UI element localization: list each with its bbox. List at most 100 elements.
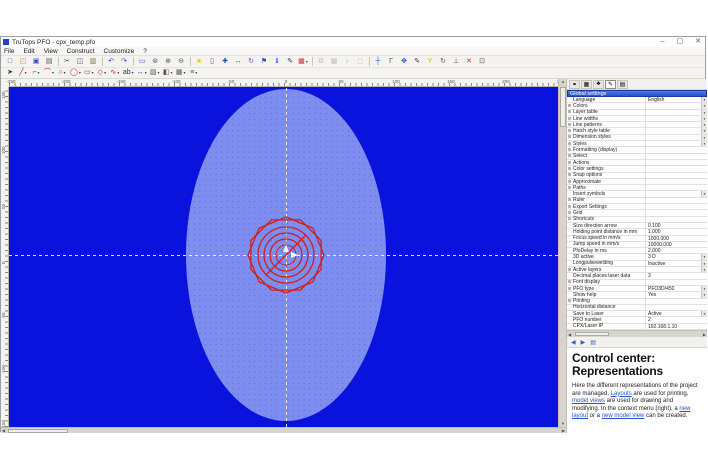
scroll-right-icon[interactable]: ▶ bbox=[562, 428, 565, 434]
grid-icon[interactable]: ▦ bbox=[328, 56, 340, 68]
dropdown-arrow-icon[interactable]: ▾ bbox=[701, 261, 707, 266]
normal-icon[interactable]: ⊥ bbox=[450, 56, 462, 68]
setting-value[interactable] bbox=[645, 147, 707, 152]
settings-tab[interactable]: ✎ bbox=[605, 80, 616, 89]
canvas-horizontal-scrollbar[interactable]: ◀ ▶ bbox=[1, 427, 566, 433]
text-tool-icon[interactable]: ab▾ bbox=[122, 67, 135, 79]
setting-value[interactable]: 1.000 bbox=[645, 229, 707, 234]
dropdown-arrow-icon[interactable]: ▾ bbox=[701, 191, 707, 196]
polygon-tool-icon[interactable]: ◇▾ bbox=[96, 67, 108, 79]
panel-horizontal-scrollbar[interactable]: ◀ ▶ bbox=[567, 330, 707, 337]
dimension-tool-icon[interactable]: ↔▾ bbox=[136, 67, 148, 79]
dropdown-arrow-icon[interactable]: ▾ bbox=[701, 116, 707, 121]
info-icon[interactable]: ℹ bbox=[271, 56, 283, 68]
dropdown-arrow-icon[interactable]: ▾ bbox=[701, 286, 707, 291]
minimize-button[interactable]: – bbox=[661, 37, 665, 47]
menu-view[interactable]: View bbox=[44, 48, 58, 55]
help-back-button[interactable]: ◀ bbox=[571, 339, 576, 346]
dropdown-arrow-icon[interactable]: ▾ bbox=[184, 68, 186, 78]
print-icon[interactable]: ▤ bbox=[43, 56, 55, 68]
cut-icon[interactable]: ✂ bbox=[61, 56, 73, 68]
pin-icon[interactable]: ⚑ bbox=[258, 56, 270, 68]
menu-edit[interactable]: Edit bbox=[23, 48, 34, 55]
setting-value[interactable] bbox=[645, 280, 707, 285]
properties-tool-icon[interactable]: ≡▾ bbox=[188, 67, 200, 79]
scroll-up-icon[interactable]: ▲ bbox=[561, 79, 565, 85]
zoom-icon[interactable]: ⊚ bbox=[149, 56, 161, 68]
snap-grid-icon[interactable]: ┼ bbox=[372, 56, 384, 68]
open-file-icon[interactable]: ◰ bbox=[17, 56, 29, 68]
setting-value[interactable] bbox=[645, 128, 707, 133]
dropdown-arrow-icon[interactable]: ▾ bbox=[701, 128, 707, 133]
setting-value[interactable] bbox=[645, 185, 707, 190]
setting-value[interactable] bbox=[645, 210, 707, 215]
setting-value[interactable]: PFO3D/450 bbox=[645, 286, 707, 291]
setting-value[interactable] bbox=[645, 103, 707, 108]
dropdown-arrow-icon[interactable]: ▾ bbox=[171, 68, 173, 78]
link-icon[interactable]: ⧉ bbox=[315, 56, 327, 68]
dropdown-arrow-icon[interactable]: ▾ bbox=[701, 103, 707, 108]
measure-icon[interactable]: Γ bbox=[385, 56, 397, 68]
setting-value[interactable] bbox=[645, 160, 707, 165]
zoom-in-icon[interactable]: ⊕ bbox=[162, 56, 174, 68]
dropdown-arrow-icon[interactable]: ▾ bbox=[52, 68, 54, 78]
setting-value[interactable] bbox=[645, 141, 707, 146]
setting-value[interactable] bbox=[645, 267, 707, 272]
setting-value[interactable] bbox=[645, 173, 707, 178]
setting-value[interactable] bbox=[645, 154, 707, 159]
drawing-canvas[interactable] bbox=[9, 87, 558, 427]
dropdown-arrow-icon[interactable]: ▾ bbox=[701, 110, 707, 115]
dropdown-arrow-icon[interactable]: ▾ bbox=[79, 68, 81, 78]
y-axis-icon[interactable]: Y bbox=[424, 56, 436, 68]
polyline-tool-icon[interactable]: ⌐▾ bbox=[30, 67, 42, 79]
table-tab[interactable]: ▦ bbox=[581, 80, 592, 89]
help-forward-button[interactable]: ▶ bbox=[581, 339, 586, 346]
edit-icon[interactable]: ✎ bbox=[284, 56, 296, 68]
undo-icon[interactable]: ↶ bbox=[105, 56, 117, 68]
dropdown-arrow-icon[interactable]: ▾ bbox=[701, 254, 707, 259]
scroll-thumb[interactable] bbox=[8, 429, 68, 433]
setting-value[interactable]: 2 bbox=[645, 317, 707, 322]
setting-value[interactable] bbox=[645, 122, 707, 127]
setting-value[interactable] bbox=[645, 191, 707, 196]
setting-value[interactable] bbox=[645, 299, 707, 304]
setting-value[interactable]: Inactive bbox=[645, 261, 707, 266]
tree-tab[interactable]: ♣ bbox=[593, 80, 604, 89]
maximize-button[interactable]: ▢ bbox=[677, 37, 684, 47]
setting-value[interactable]: 192.168.1.10 bbox=[645, 324, 707, 329]
delete-icon[interactable]: ✕ bbox=[463, 56, 475, 68]
dropdown-arrow-icon[interactable]: ▾ bbox=[64, 68, 66, 78]
dropdown-arrow-icon[interactable]: ▾ bbox=[701, 311, 707, 316]
scroll-left-icon[interactable]: ◀ bbox=[2, 428, 5, 434]
setting-value[interactable] bbox=[645, 204, 707, 209]
line-tool-icon[interactable]: ╱▾ bbox=[17, 67, 29, 79]
settings-row[interactable]: CPX/Laser IP192.168.1.10 bbox=[567, 324, 707, 330]
frame-icon[interactable]: ◻ bbox=[354, 56, 366, 68]
dropdown-arrow-icon[interactable]: ▾ bbox=[701, 122, 707, 127]
setting-value[interactable]: 10000.000 bbox=[645, 242, 707, 247]
dropdown-arrow-icon[interactable]: ▾ bbox=[25, 68, 27, 78]
setting-value[interactable]: 2.000 bbox=[645, 248, 707, 253]
favorites-icon[interactable]: ★ bbox=[193, 56, 205, 68]
setting-value[interactable]: 3 D bbox=[645, 254, 707, 259]
dropdown-arrow-icon[interactable]: ▾ bbox=[701, 135, 707, 140]
menu-[interactable]: ? bbox=[143, 48, 147, 55]
setting-value[interactable] bbox=[645, 116, 707, 121]
setting-value[interactable] bbox=[645, 135, 707, 140]
rotate-view-icon[interactable]: ↻ bbox=[245, 56, 257, 68]
sheet-icon[interactable]: ▯ bbox=[206, 56, 218, 68]
menu-file[interactable]: File bbox=[4, 48, 14, 55]
zoom-out-icon[interactable]: ⊖ bbox=[175, 56, 187, 68]
mirror-tool-icon[interactable]: ◧▾ bbox=[162, 67, 174, 79]
help-link[interactable]: model views bbox=[572, 398, 605, 404]
dropdown-arrow-icon[interactable]: ▾ bbox=[195, 68, 197, 78]
rect-tool-icon[interactable]: ▭▾ bbox=[83, 67, 95, 79]
scroll-thumb[interactable] bbox=[575, 332, 609, 336]
paste-icon[interactable]: ▥ bbox=[87, 56, 99, 68]
dropdown-arrow-icon[interactable]: ▾ bbox=[701, 141, 707, 146]
grid-tab[interactable]: ▤ bbox=[617, 80, 628, 89]
hatch-tool-icon[interactable]: ▨▾ bbox=[149, 67, 161, 79]
move-icon[interactable]: ✥ bbox=[398, 56, 410, 68]
dropdown-arrow-icon[interactable]: ▾ bbox=[38, 68, 40, 78]
dropdown-arrow-icon[interactable]: ▾ bbox=[701, 292, 707, 297]
